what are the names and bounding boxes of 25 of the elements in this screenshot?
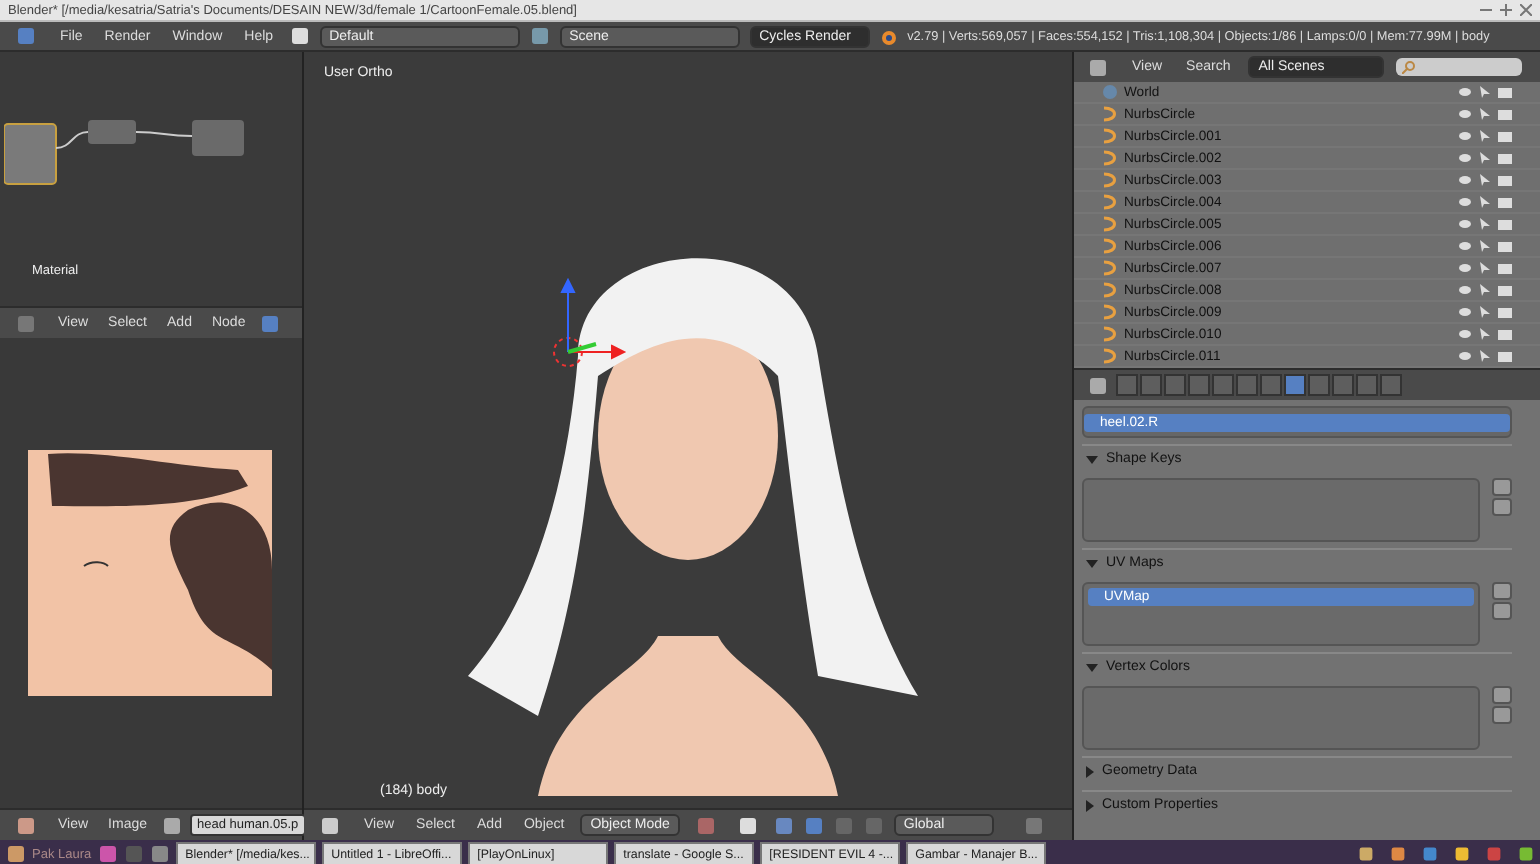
search-field[interactable] [1396, 58, 1523, 76]
blender-logo-icon [879, 27, 898, 45]
properties-tab[interactable] [1212, 374, 1234, 396]
properties-tab[interactable] [1332, 374, 1354, 396]
remove-button[interactable] [1492, 498, 1512, 516]
properties-tab[interactable] [1140, 374, 1162, 396]
remove-button[interactable] [1492, 602, 1512, 620]
properties-tab[interactable] [1308, 374, 1330, 396]
search-icon [1402, 60, 1417, 74]
remove-button[interactable] [1492, 706, 1512, 724]
properties-tab[interactable] [1164, 374, 1186, 396]
world-icon [1102, 84, 1118, 100]
add-button[interactable] [1492, 582, 1512, 600]
properties-tab[interactable] [1116, 374, 1138, 396]
add-button[interactable] [1492, 686, 1512, 704]
add-button[interactable] [1492, 478, 1512, 496]
properties-tab[interactable] [1356, 374, 1378, 396]
close-icon[interactable] [1520, 4, 1532, 16]
properties-tab[interactable] [1380, 374, 1402, 396]
properties-tab[interactable] [1236, 374, 1258, 396]
properties-tab[interactable] [1188, 374, 1210, 396]
minimize-icon[interactable] [1480, 4, 1492, 16]
properties-tab[interactable] [1260, 374, 1282, 396]
maximize-icon[interactable] [1500, 4, 1512, 16]
properties-tab[interactable] [1284, 374, 1306, 396]
